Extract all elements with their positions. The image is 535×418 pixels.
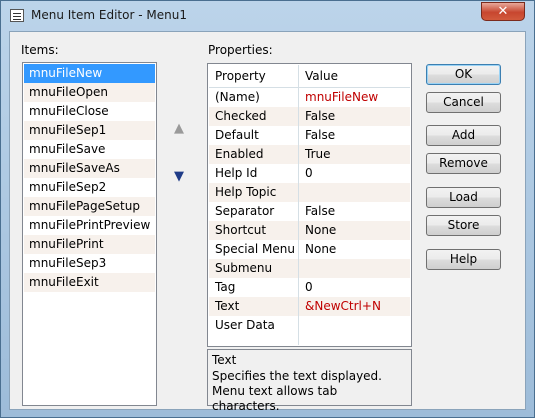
description-text: Specifies the text displayed. Menu text … (212, 369, 382, 413)
remove-button[interactable]: Remove (426, 153, 501, 174)
cancel-button[interactable]: Cancel (426, 92, 501, 113)
list-item[interactable]: mnuFileClose (24, 102, 155, 121)
property-row[interactable]: Help Topic (209, 183, 410, 202)
list-item[interactable]: mnuFileNew (24, 64, 155, 83)
list-item[interactable]: mnuFileSep3 (24, 254, 155, 273)
property-row[interactable]: Shortcut None (209, 221, 410, 240)
grid-header: Property Value (209, 65, 410, 88)
property-row[interactable]: Separator False (209, 202, 410, 221)
column-header-value: Value (305, 69, 338, 83)
property-value[interactable]: None (305, 221, 336, 240)
description-panel: Text Specifies the text displayed. Menu … (207, 349, 412, 413)
property-value[interactable]: False (305, 202, 335, 221)
list-item[interactable]: mnuFilePrint (24, 235, 155, 254)
help-button[interactable]: Help (426, 249, 501, 270)
property-name: Default (215, 128, 259, 142)
list-item[interactable]: mnuFileSaveAs (24, 159, 155, 178)
arrow-down-icon[interactable]: ▼ (174, 170, 184, 183)
property-value[interactable]: 0 (305, 164, 313, 183)
list-item[interactable]: mnuFileOpen (24, 83, 155, 102)
items-label: Items: (21, 43, 59, 57)
items-listbox[interactable]: mnuFileNew mnuFileOpen mnuFileClose mnuFile… (22, 62, 157, 406)
arrow-up-icon[interactable]: ▲ (174, 122, 184, 135)
title-bar[interactable]: Menu Item Editor - Menu1 ✕ (1, 1, 534, 31)
property-row[interactable]: Tag 0 (209, 278, 410, 297)
property-value[interactable]: 0 (305, 278, 313, 297)
list-item[interactable]: mnuFileExit (24, 273, 155, 292)
add-button[interactable]: Add (426, 125, 501, 146)
property-value[interactable]: True (305, 145, 331, 164)
property-value[interactable]: False (305, 126, 335, 145)
properties-grid[interactable]: Property Value (Name) mnuFileNew Checked Fa… (207, 63, 412, 347)
dialog-window: Menu Item Editor - Menu1 ✕ Items: mnuFil… (0, 0, 535, 418)
property-name: (Name) (215, 90, 260, 104)
property-row[interactable]: Enabled True (209, 145, 410, 164)
ok-button[interactable]: OK (426, 64, 501, 85)
property-name: Tag (215, 280, 236, 294)
list-item[interactable]: mnuFileSep1 (24, 121, 155, 140)
property-value[interactable]: &NewCtrl+N (305, 297, 381, 316)
property-name: Separator (215, 204, 275, 218)
property-name: Help Id (215, 166, 258, 180)
list-item[interactable]: mnuFilePrintPreview (24, 216, 155, 235)
property-row[interactable]: Default False (209, 126, 410, 145)
column-header-property: Property (215, 69, 266, 83)
property-row[interactable]: User Data (209, 316, 410, 335)
property-row[interactable]: (Name) mnuFileNew (209, 88, 410, 107)
property-row[interactable]: Text &NewCtrl+N (209, 297, 410, 316)
property-row[interactable]: Special Menu None (209, 240, 410, 259)
store-button[interactable]: Store (426, 215, 501, 236)
description-title: Text (212, 353, 237, 367)
close-icon: ✕ (497, 4, 509, 19)
properties-label: Properties: (208, 43, 273, 57)
dialog-body: Items: mnuFileNew mnuFileOpen mnuFileClose… (9, 31, 526, 413)
property-value[interactable]: None (305, 240, 336, 259)
property-value[interactable]: False (305, 107, 335, 126)
window-title: Menu Item Editor - Menu1 (31, 8, 187, 22)
list-item[interactable]: mnuFilePageSetup (24, 197, 155, 216)
property-row[interactable]: Help Id 0 (209, 164, 410, 183)
property-name: User Data (215, 318, 275, 332)
property-row[interactable]: Submenu (209, 259, 410, 278)
property-name: Checked (215, 109, 267, 123)
property-row[interactable]: Checked False (209, 107, 410, 126)
property-value[interactable]: mnuFileNew (305, 88, 378, 107)
property-name: Enabled (215, 147, 264, 161)
window-icon (10, 9, 24, 22)
property-name: Special Menu (215, 242, 295, 256)
property-name: Submenu (215, 261, 273, 275)
close-button[interactable]: ✕ (481, 2, 525, 21)
property-name: Text (215, 299, 240, 313)
property-name: Help Topic (215, 185, 277, 199)
list-item[interactable]: mnuFileSave (24, 140, 155, 159)
list-item[interactable]: mnuFileSep2 (24, 178, 155, 197)
load-button[interactable]: Load (426, 187, 501, 208)
column-divider[interactable] (298, 65, 299, 345)
property-name: Shortcut (215, 223, 267, 237)
